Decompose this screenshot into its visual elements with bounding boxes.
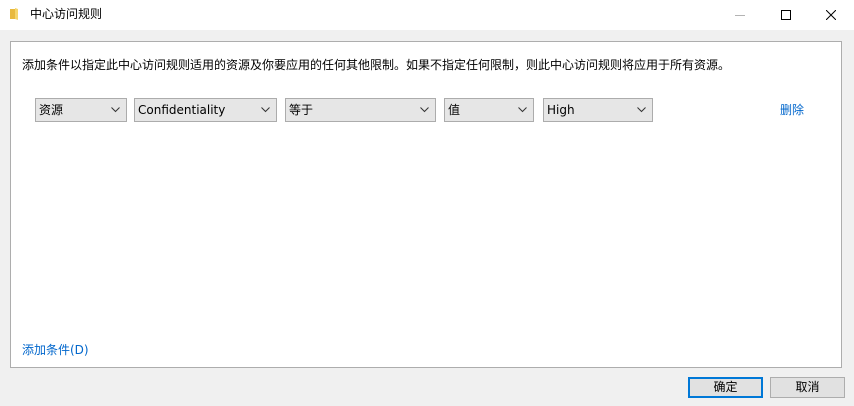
source-dropdown[interactable]: 资源 <box>35 98 127 122</box>
conditions-panel: 添加条件以指定此中心访问规则适用的资源及你要应用的任何其他限制。如果不指定任何限… <box>10 41 842 368</box>
cancel-button[interactable]: 取消 <box>770 377 845 398</box>
chevron-down-icon <box>111 107 120 113</box>
chevron-down-icon <box>518 107 527 113</box>
add-condition-link[interactable]: 添加条件(D) <box>22 343 89 357</box>
value-dropdown[interactable]: High <box>543 98 653 122</box>
attribute-dropdown-value: Confidentiality <box>138 103 226 117</box>
ok-button[interactable]: 确定 <box>688 377 763 398</box>
minimize-icon <box>735 15 745 16</box>
source-dropdown-value: 资源 <box>39 103 64 117</box>
value-type-dropdown-value: 值 <box>448 103 461 117</box>
operator-dropdown-value: 等于 <box>289 103 314 117</box>
chevron-down-icon <box>637 107 646 113</box>
close-icon <box>826 10 836 20</box>
value-type-dropdown[interactable]: 值 <box>444 98 534 122</box>
delete-condition-link[interactable]: 删除 <box>780 103 804 117</box>
attribute-dropdown[interactable]: Confidentiality <box>134 98 277 122</box>
folder-icon <box>10 8 18 20</box>
title-bar: 中心访问规则 <box>0 0 854 30</box>
description-text: 添加条件以指定此中心访问规则适用的资源及你要应用的任何其他限制。如果不指定任何限… <box>22 58 731 72</box>
close-button[interactable] <box>808 0 854 30</box>
window-title: 中心访问规则 <box>30 7 103 21</box>
chevron-down-icon <box>261 107 270 113</box>
value-dropdown-value: High <box>547 103 575 117</box>
chevron-down-icon <box>420 107 429 113</box>
minimize-button[interactable] <box>717 0 763 30</box>
maximize-button[interactable] <box>763 0 809 30</box>
operator-dropdown[interactable]: 等于 <box>285 98 436 122</box>
maximize-icon <box>781 10 791 20</box>
